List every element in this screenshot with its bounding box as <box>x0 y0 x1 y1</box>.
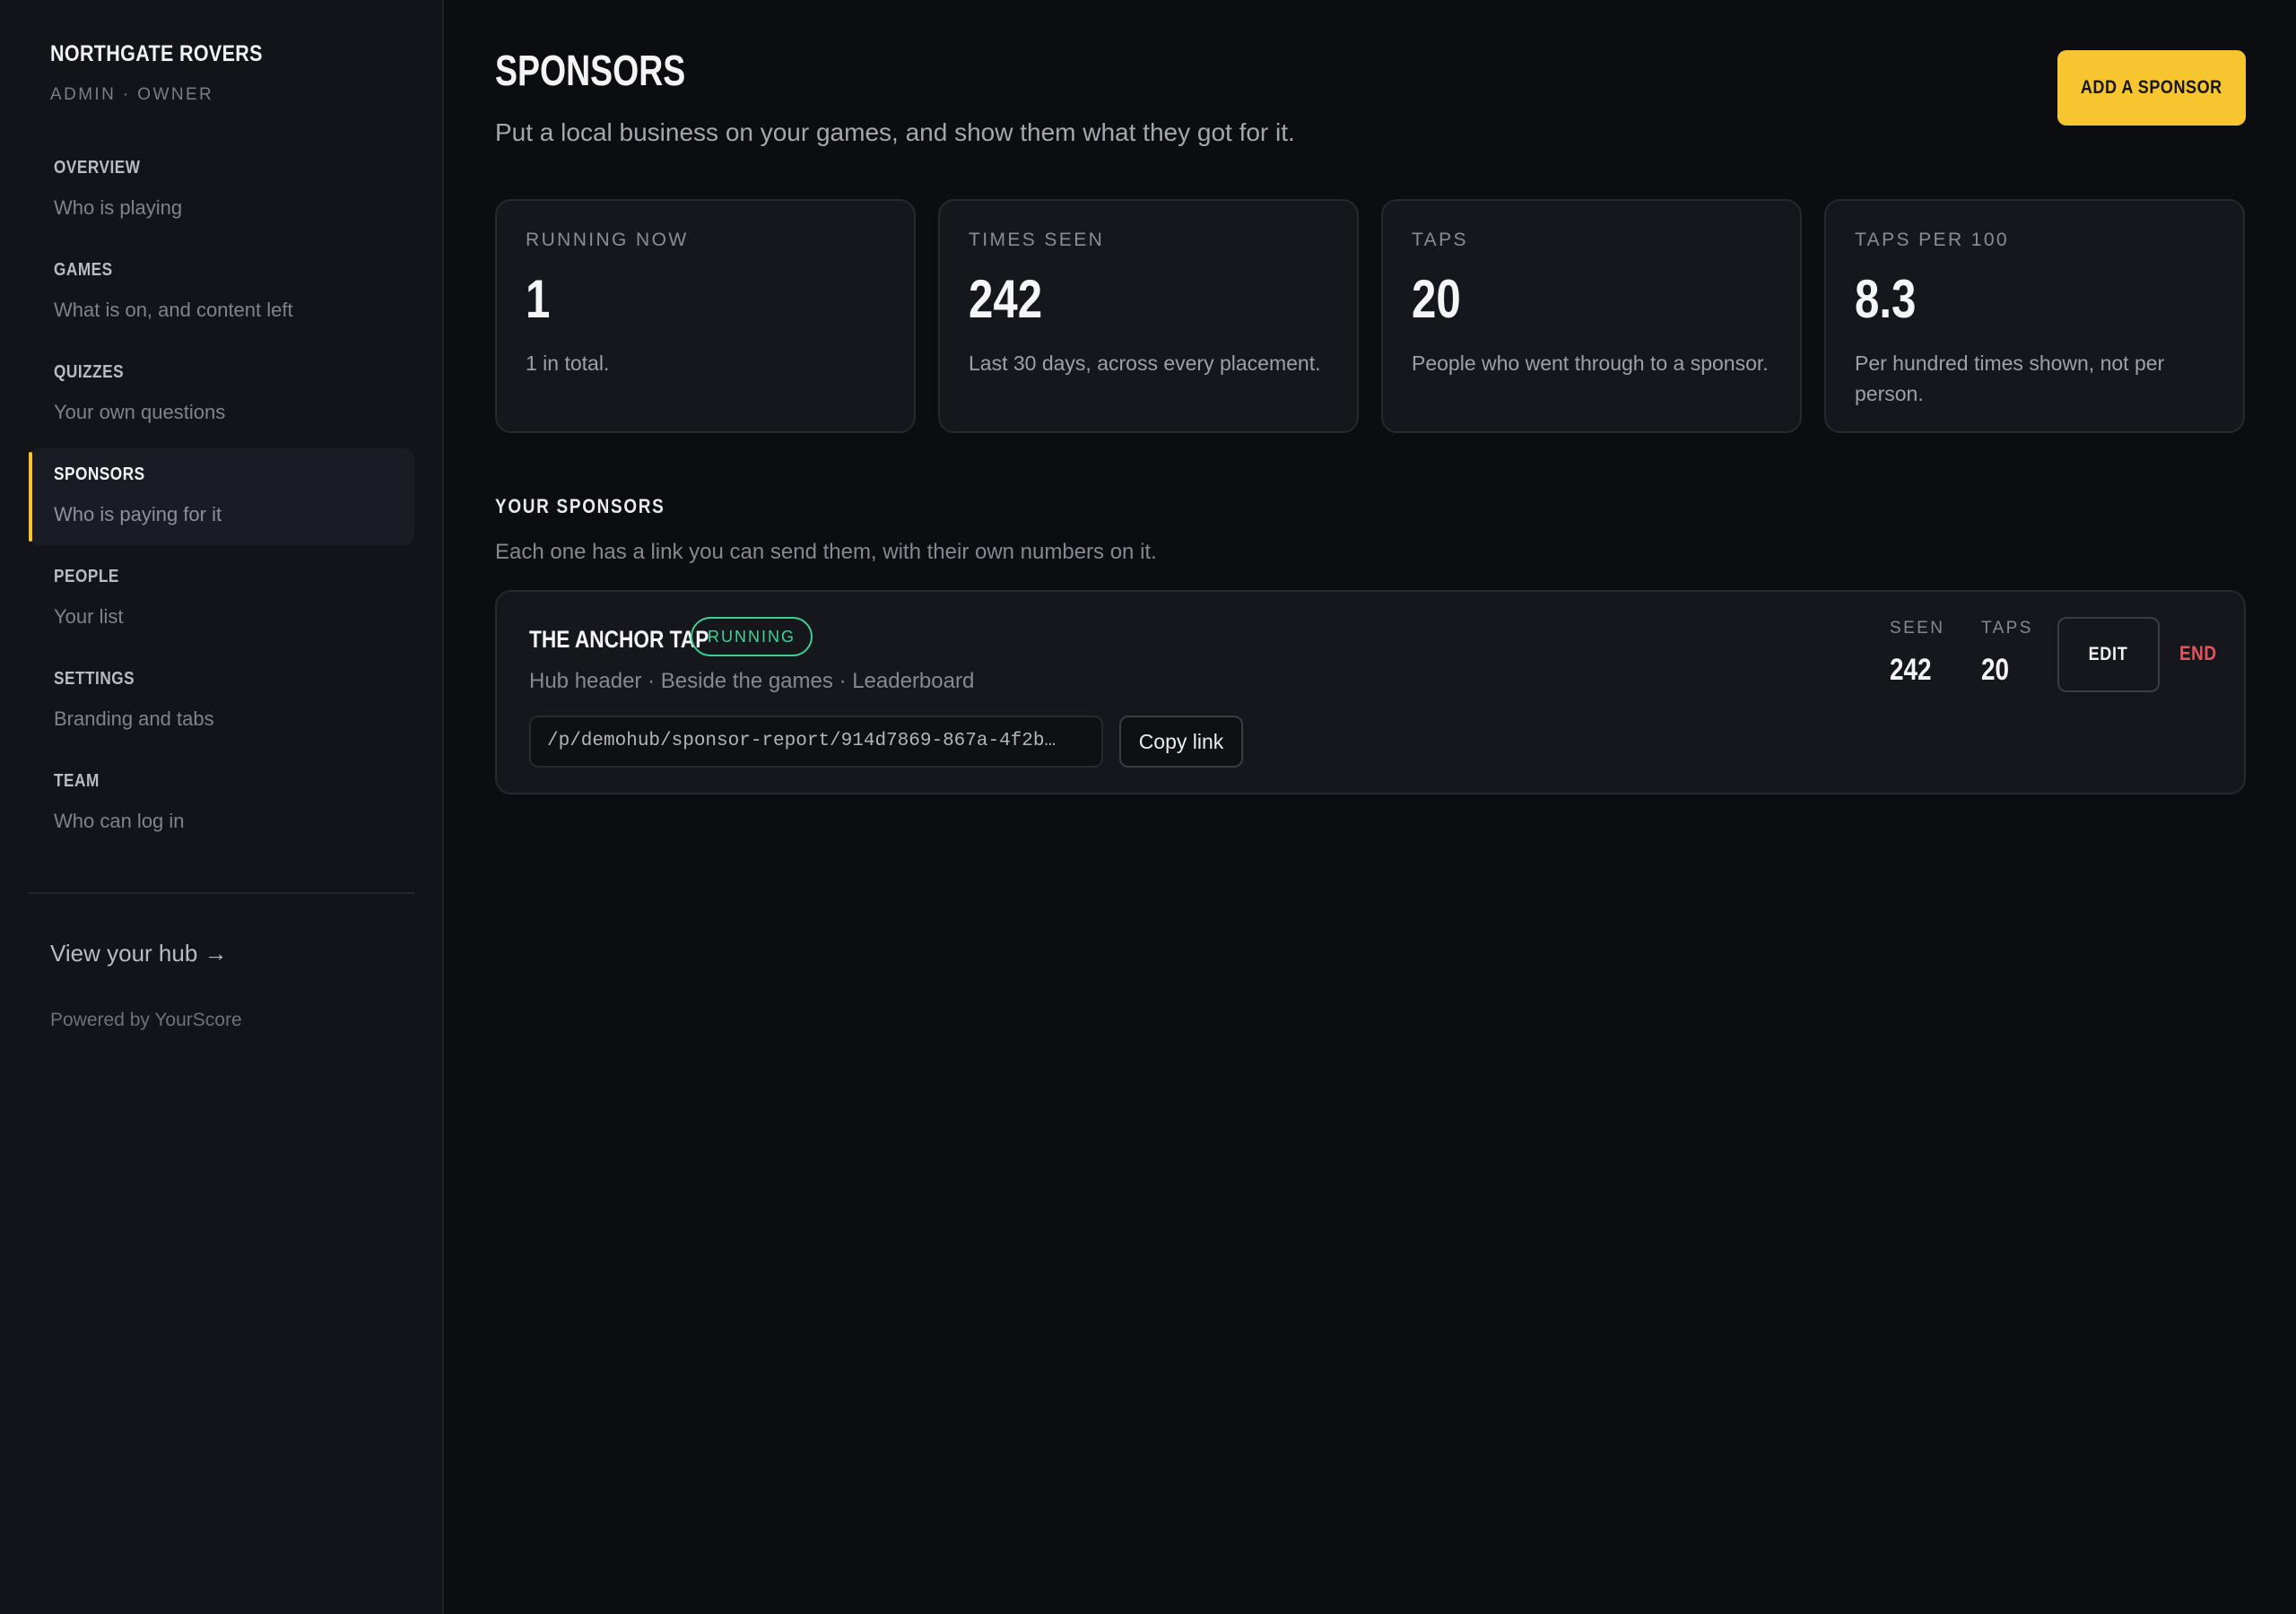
stat-card-taps: TAPS 20 People who went through to a spo… <box>1381 199 1802 433</box>
stat-note: 1 in total. <box>526 351 610 375</box>
brand: NORTHGATE ROVERS ADMIN · OWNER <box>50 41 297 105</box>
brand-name: NORTHGATE ROVERS <box>50 41 263 66</box>
sidebar-item-sub: Who can log in <box>54 810 185 832</box>
seen-value: 242 <box>1890 653 1932 687</box>
stat-label: TAPS PER 100 <box>1855 230 2009 250</box>
stat-label: TAPS <box>1412 230 1468 250</box>
stat-note: Last 30 days, across every placement. <box>969 351 1321 375</box>
sidebar-item-people[interactable]: PEOPLE Your list <box>29 551 414 647</box>
section-title: YOUR SPONSORS <box>495 495 665 517</box>
sponsor-card: THE ANCHOR TAP RUNNING Hub header · Besi… <box>495 590 2246 794</box>
sponsor-placements: Hub header · Beside the games · Leaderbo… <box>529 669 975 693</box>
sidebar-item-sub: Your list <box>54 605 124 628</box>
add-sponsor-button[interactable]: ADD A SPONSOR <box>2057 50 2246 126</box>
stat-note: Per hundred times shown, not per person. <box>1855 351 2165 405</box>
sidebar-item-label: OVERVIEW <box>54 158 141 178</box>
sidebar-item-label: GAMES <box>54 260 113 280</box>
sidebar-item-sponsors[interactable]: SPONSORS Who is paying for it <box>29 448 414 545</box>
stat-note: People who went through to a sponsor. <box>1412 351 1769 375</box>
stat-card-running-now: RUNNING NOW 1 1 in total. <box>495 199 916 433</box>
sidebar-item-label: TEAM <box>54 771 100 791</box>
sidebar-item-overview[interactable]: OVERVIEW Who is playing <box>29 142 414 239</box>
sidebar-item-team[interactable]: TEAM Who can log in <box>29 755 414 852</box>
taps-value: 20 <box>1981 653 2010 687</box>
sidebar-item-label: PEOPLE <box>54 567 119 586</box>
powered-by: Powered by YourScore <box>50 1010 242 1030</box>
stat-card-taps-per-100: TAPS PER 100 8.3 Per hundred times shown… <box>1824 199 2245 433</box>
section-subtitle: Each one has a link you can send them, w… <box>495 540 1157 564</box>
copy-link-button[interactable]: Copy link <box>1119 716 1243 768</box>
edit-label: EDIT <box>2089 644 2128 664</box>
sidebar-item-sub: Who is playing <box>54 196 183 219</box>
sidebar-item-label: SPONSORS <box>54 464 145 484</box>
page-title: SPONSORS <box>495 48 686 95</box>
sidebar-item-quizzes[interactable]: QUIZZES Your own questions <box>29 346 414 443</box>
sidebar-item-sub: Your own questions <box>54 401 226 423</box>
sidebar: NORTHGATE ROVERS ADMIN · OWNER OVERVIEW … <box>0 0 444 1614</box>
edit-sponsor-button[interactable]: EDIT <box>2057 617 2160 692</box>
sidebar-item-sub: Who is paying for it <box>54 503 222 525</box>
seen-label: SEEN <box>1890 619 1945 638</box>
brand-role: ADMIN · OWNER <box>50 85 214 104</box>
stat-value: 20 <box>1412 269 1461 329</box>
sidebar-divider <box>29 892 414 894</box>
end-sponsor-button[interactable]: END <box>2179 642 2216 665</box>
sidebar-item-sub: What is on, and content left <box>54 299 293 321</box>
stat-value: 8.3 <box>1855 269 1917 329</box>
sidebar-item-settings[interactable]: SETTINGS Branding and tabs <box>29 653 414 750</box>
sidebar-item-label: SETTINGS <box>54 669 135 689</box>
taps-label: TAPS <box>1981 619 2033 638</box>
status-badge: RUNNING <box>691 617 813 656</box>
stats-row: RUNNING NOW 1 1 in total. TIMES SEEN 242… <box>495 199 2246 433</box>
seen-metric: SEEN 242 <box>1890 619 1944 688</box>
stat-value: 1 <box>526 269 551 329</box>
taps-metric: TAPS 20 <box>1981 619 2033 688</box>
sidebar-item-label: QUIZZES <box>54 362 125 382</box>
view-hub-link[interactable]: View your hub → <box>50 940 228 968</box>
sidebar-item-sub: Branding and tabs <box>54 707 214 730</box>
sponsor-report-link-field[interactable]: /p/demohub/sponsor-report/914d7869-867a-… <box>529 716 1103 768</box>
stat-label: TIMES SEEN <box>969 230 1105 250</box>
sidebar-item-games[interactable]: GAMES What is on, and content left <box>29 244 414 341</box>
sponsor-name: THE ANCHOR TAP <box>529 626 709 653</box>
page-subtitle: Put a local business on your games, and … <box>495 118 1295 146</box>
stat-card-times-seen: TIMES SEEN 242 Last 30 days, across ever… <box>938 199 1359 433</box>
stat-label: RUNNING NOW <box>526 230 689 250</box>
stat-value: 242 <box>969 269 1043 329</box>
add-sponsor-label: ADD A SPONSOR <box>2081 77 2222 98</box>
sidebar-nav: OVERVIEW Who is playing GAMES What is on… <box>29 142 414 857</box>
